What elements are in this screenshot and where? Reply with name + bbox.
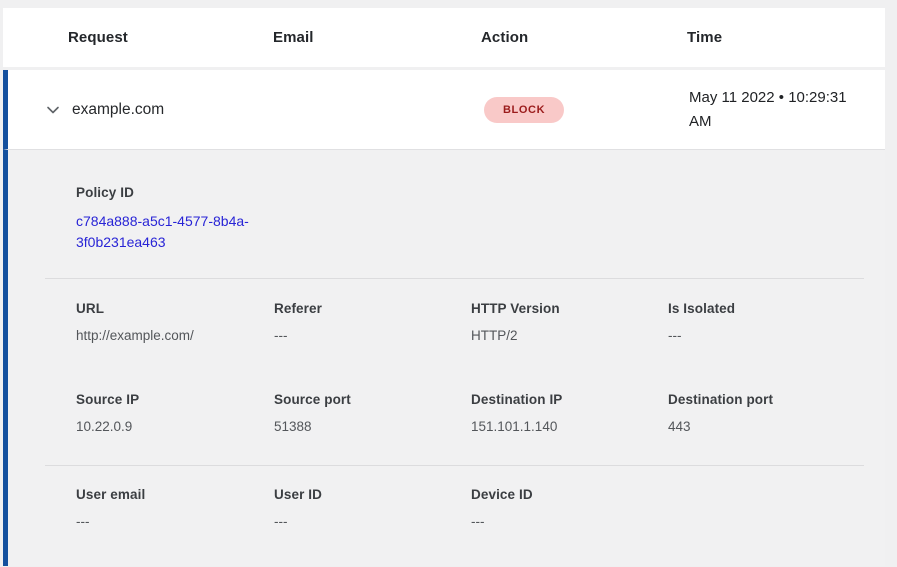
field-user-email-value: ---	[76, 514, 274, 529]
field-destination-ip-label: Destination IP	[471, 392, 668, 407]
expand-collapse-button[interactable]	[42, 99, 64, 121]
policy-id-link[interactable]: c784a888-a5c1-4577-8b4a-3f0b231ea463	[76, 211, 276, 253]
field-destination-port: Destination port 443	[668, 392, 885, 434]
field-http-version-label: HTTP Version	[471, 301, 668, 316]
field-referer: Referer ---	[274, 301, 471, 343]
chevron-down-icon	[45, 102, 61, 118]
field-url: URL http://example.com/	[76, 301, 274, 343]
field-referer-value: ---	[274, 328, 471, 343]
field-source-ip-label: Source IP	[76, 392, 274, 407]
row-request-value: example.com	[72, 101, 164, 119]
field-source-port: Source port 51388	[274, 392, 471, 434]
section-divider	[45, 278, 864, 279]
log-viewer-page: Request Email Action Time example.com BL…	[0, 0, 897, 567]
field-user-id-value: ---	[274, 514, 471, 529]
column-header-action: Action	[481, 29, 687, 46]
field-user-id: User ID ---	[274, 487, 471, 529]
field-device-id: Device ID ---	[471, 487, 668, 529]
policy-section: Policy ID c784a888-a5c1-4577-8b4a-3f0b23…	[8, 150, 885, 253]
field-empty	[668, 487, 885, 529]
field-device-id-value: ---	[471, 514, 668, 529]
field-destination-port-label: Destination port	[668, 392, 885, 407]
log-table-card: Request Email Action Time example.com BL…	[3, 0, 885, 566]
field-is-isolated-value: ---	[668, 328, 885, 343]
column-header-request: Request	[68, 29, 273, 46]
field-source-port-value: 51388	[274, 419, 471, 434]
log-table-row[interactable]: example.com BLOCK May 11 2022 • 10:29:31…	[3, 70, 885, 149]
action-block-badge: BLOCK	[484, 97, 564, 123]
row-time-value: May 11 2022 • 10:29:31 AM	[689, 86, 871, 134]
detail-row-user: User email --- User ID --- Device ID ---	[8, 487, 885, 529]
field-is-isolated: Is Isolated ---	[668, 301, 885, 343]
field-url-label: URL	[76, 301, 274, 316]
field-http-version: HTTP Version HTTP/2	[471, 301, 668, 343]
column-header-email: Email	[273, 29, 481, 46]
field-source-ip-value: 10.22.0.9	[76, 419, 274, 434]
field-destination-ip: Destination IP 151.101.1.140	[471, 392, 668, 434]
section-divider	[45, 465, 864, 466]
field-source-ip: Source IP 10.22.0.9	[76, 392, 274, 434]
field-user-id-label: User ID	[274, 487, 471, 502]
field-user-email-label: User email	[76, 487, 274, 502]
expanded-detail-panel: Policy ID c784a888-a5c1-4577-8b4a-3f0b23…	[3, 149, 885, 566]
field-user-email: User email ---	[76, 487, 274, 529]
detail-row-network: Source IP 10.22.0.9 Source port 51388 De…	[8, 392, 885, 434]
field-device-id-label: Device ID	[471, 487, 668, 502]
detail-row-http: URL http://example.com/ Referer --- HTTP…	[8, 301, 885, 343]
table-header: Request Email Action Time	[3, 8, 885, 67]
field-source-port-label: Source port	[274, 392, 471, 407]
column-header-time: Time	[687, 29, 885, 46]
field-http-version-value: HTTP/2	[471, 328, 668, 343]
field-destination-ip-value: 151.101.1.140	[471, 419, 668, 434]
field-destination-port-value: 443	[668, 419, 885, 434]
policy-id-label: Policy ID	[76, 185, 885, 200]
field-url-value: http://example.com/	[76, 328, 274, 343]
field-is-isolated-label: Is Isolated	[668, 301, 885, 316]
field-referer-label: Referer	[274, 301, 471, 316]
